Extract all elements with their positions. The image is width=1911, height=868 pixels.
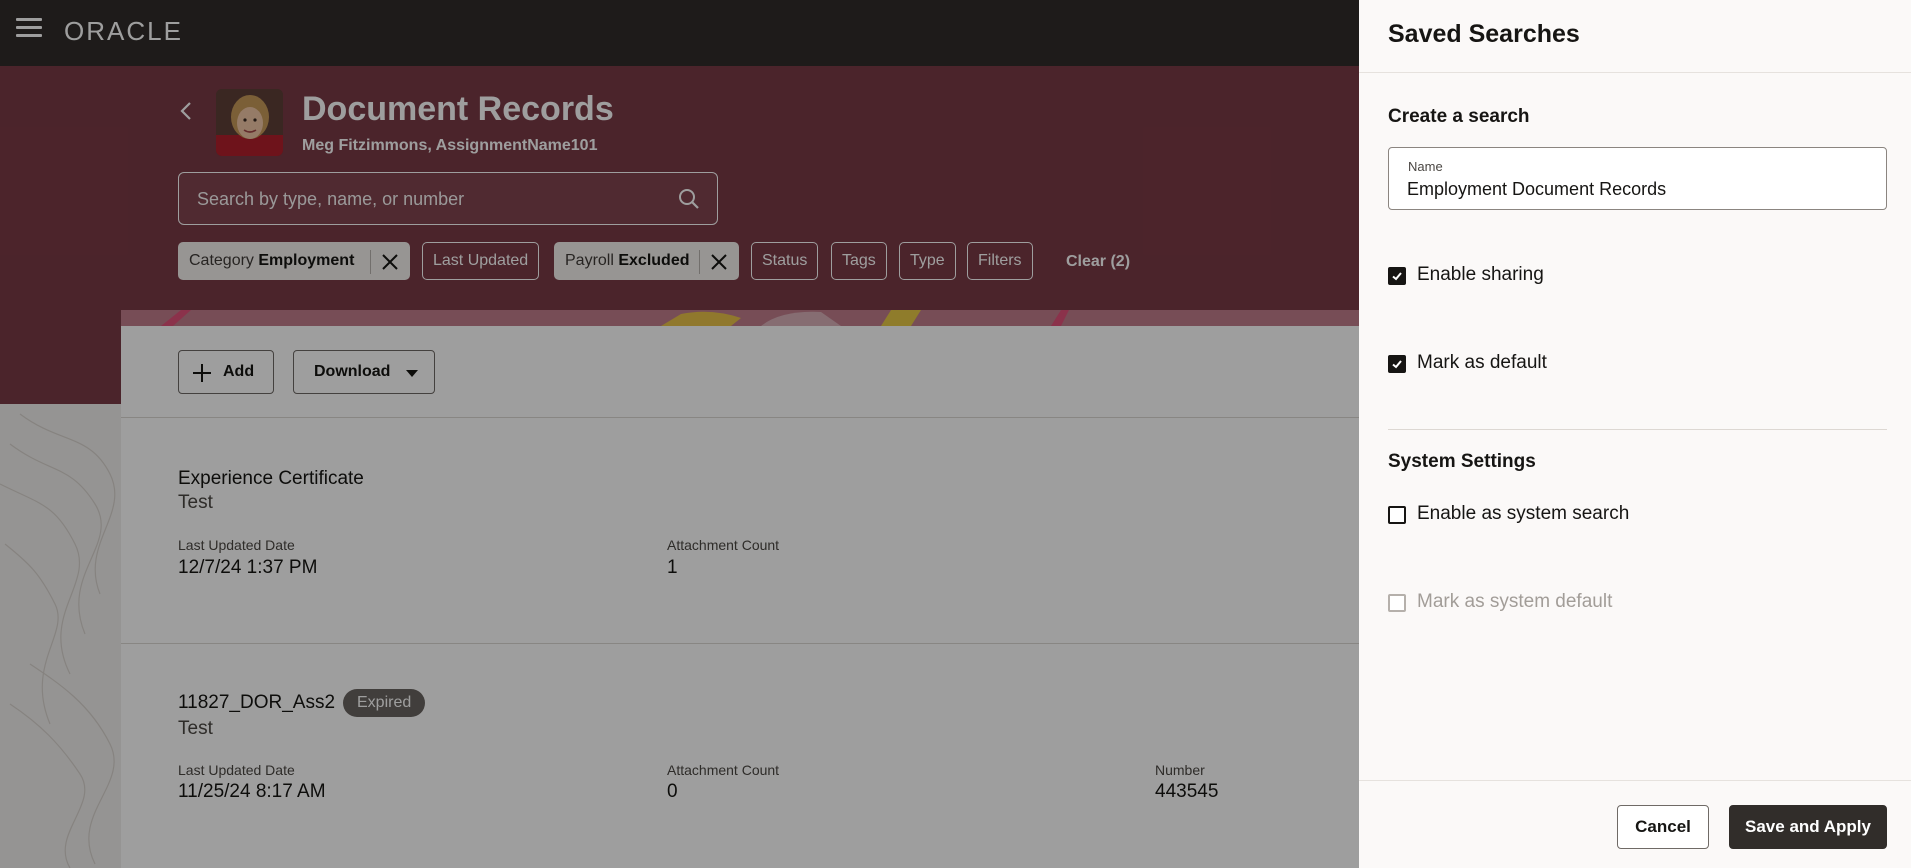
save-and-apply-button[interactable]: Save and Apply [1729, 805, 1887, 849]
cancel-button[interactable]: Cancel [1617, 805, 1709, 849]
checkbox-checked[interactable] [1388, 267, 1406, 285]
system-default-label: Mark as system default [1417, 591, 1613, 612]
name-field[interactable]: Name [1388, 147, 1887, 210]
modal-overlay[interactable] [0, 0, 1359, 868]
checkbox-disabled [1388, 594, 1406, 612]
section-divider [1388, 429, 1887, 430]
mark-default-label: Mark as default [1417, 352, 1547, 373]
checkbox-unchecked[interactable] [1388, 506, 1406, 524]
enable-sharing-label: Enable sharing [1417, 264, 1544, 285]
check-icon [1392, 360, 1402, 369]
checkbox-checked[interactable] [1388, 355, 1406, 373]
saved-searches-drawer: Saved Searches Create a search Name Enab… [1359, 0, 1911, 868]
system-settings-heading: System Settings [1388, 451, 1536, 472]
create-search-heading: Create a search [1388, 106, 1530, 127]
name-field-label: Name [1408, 159, 1443, 174]
system-search-label: Enable as system search [1417, 503, 1630, 524]
name-input[interactable] [1407, 176, 1867, 202]
drawer-header: Saved Searches [1359, 0, 1911, 73]
check-icon [1392, 272, 1402, 281]
drawer-title: Saved Searches [1388, 20, 1580, 48]
